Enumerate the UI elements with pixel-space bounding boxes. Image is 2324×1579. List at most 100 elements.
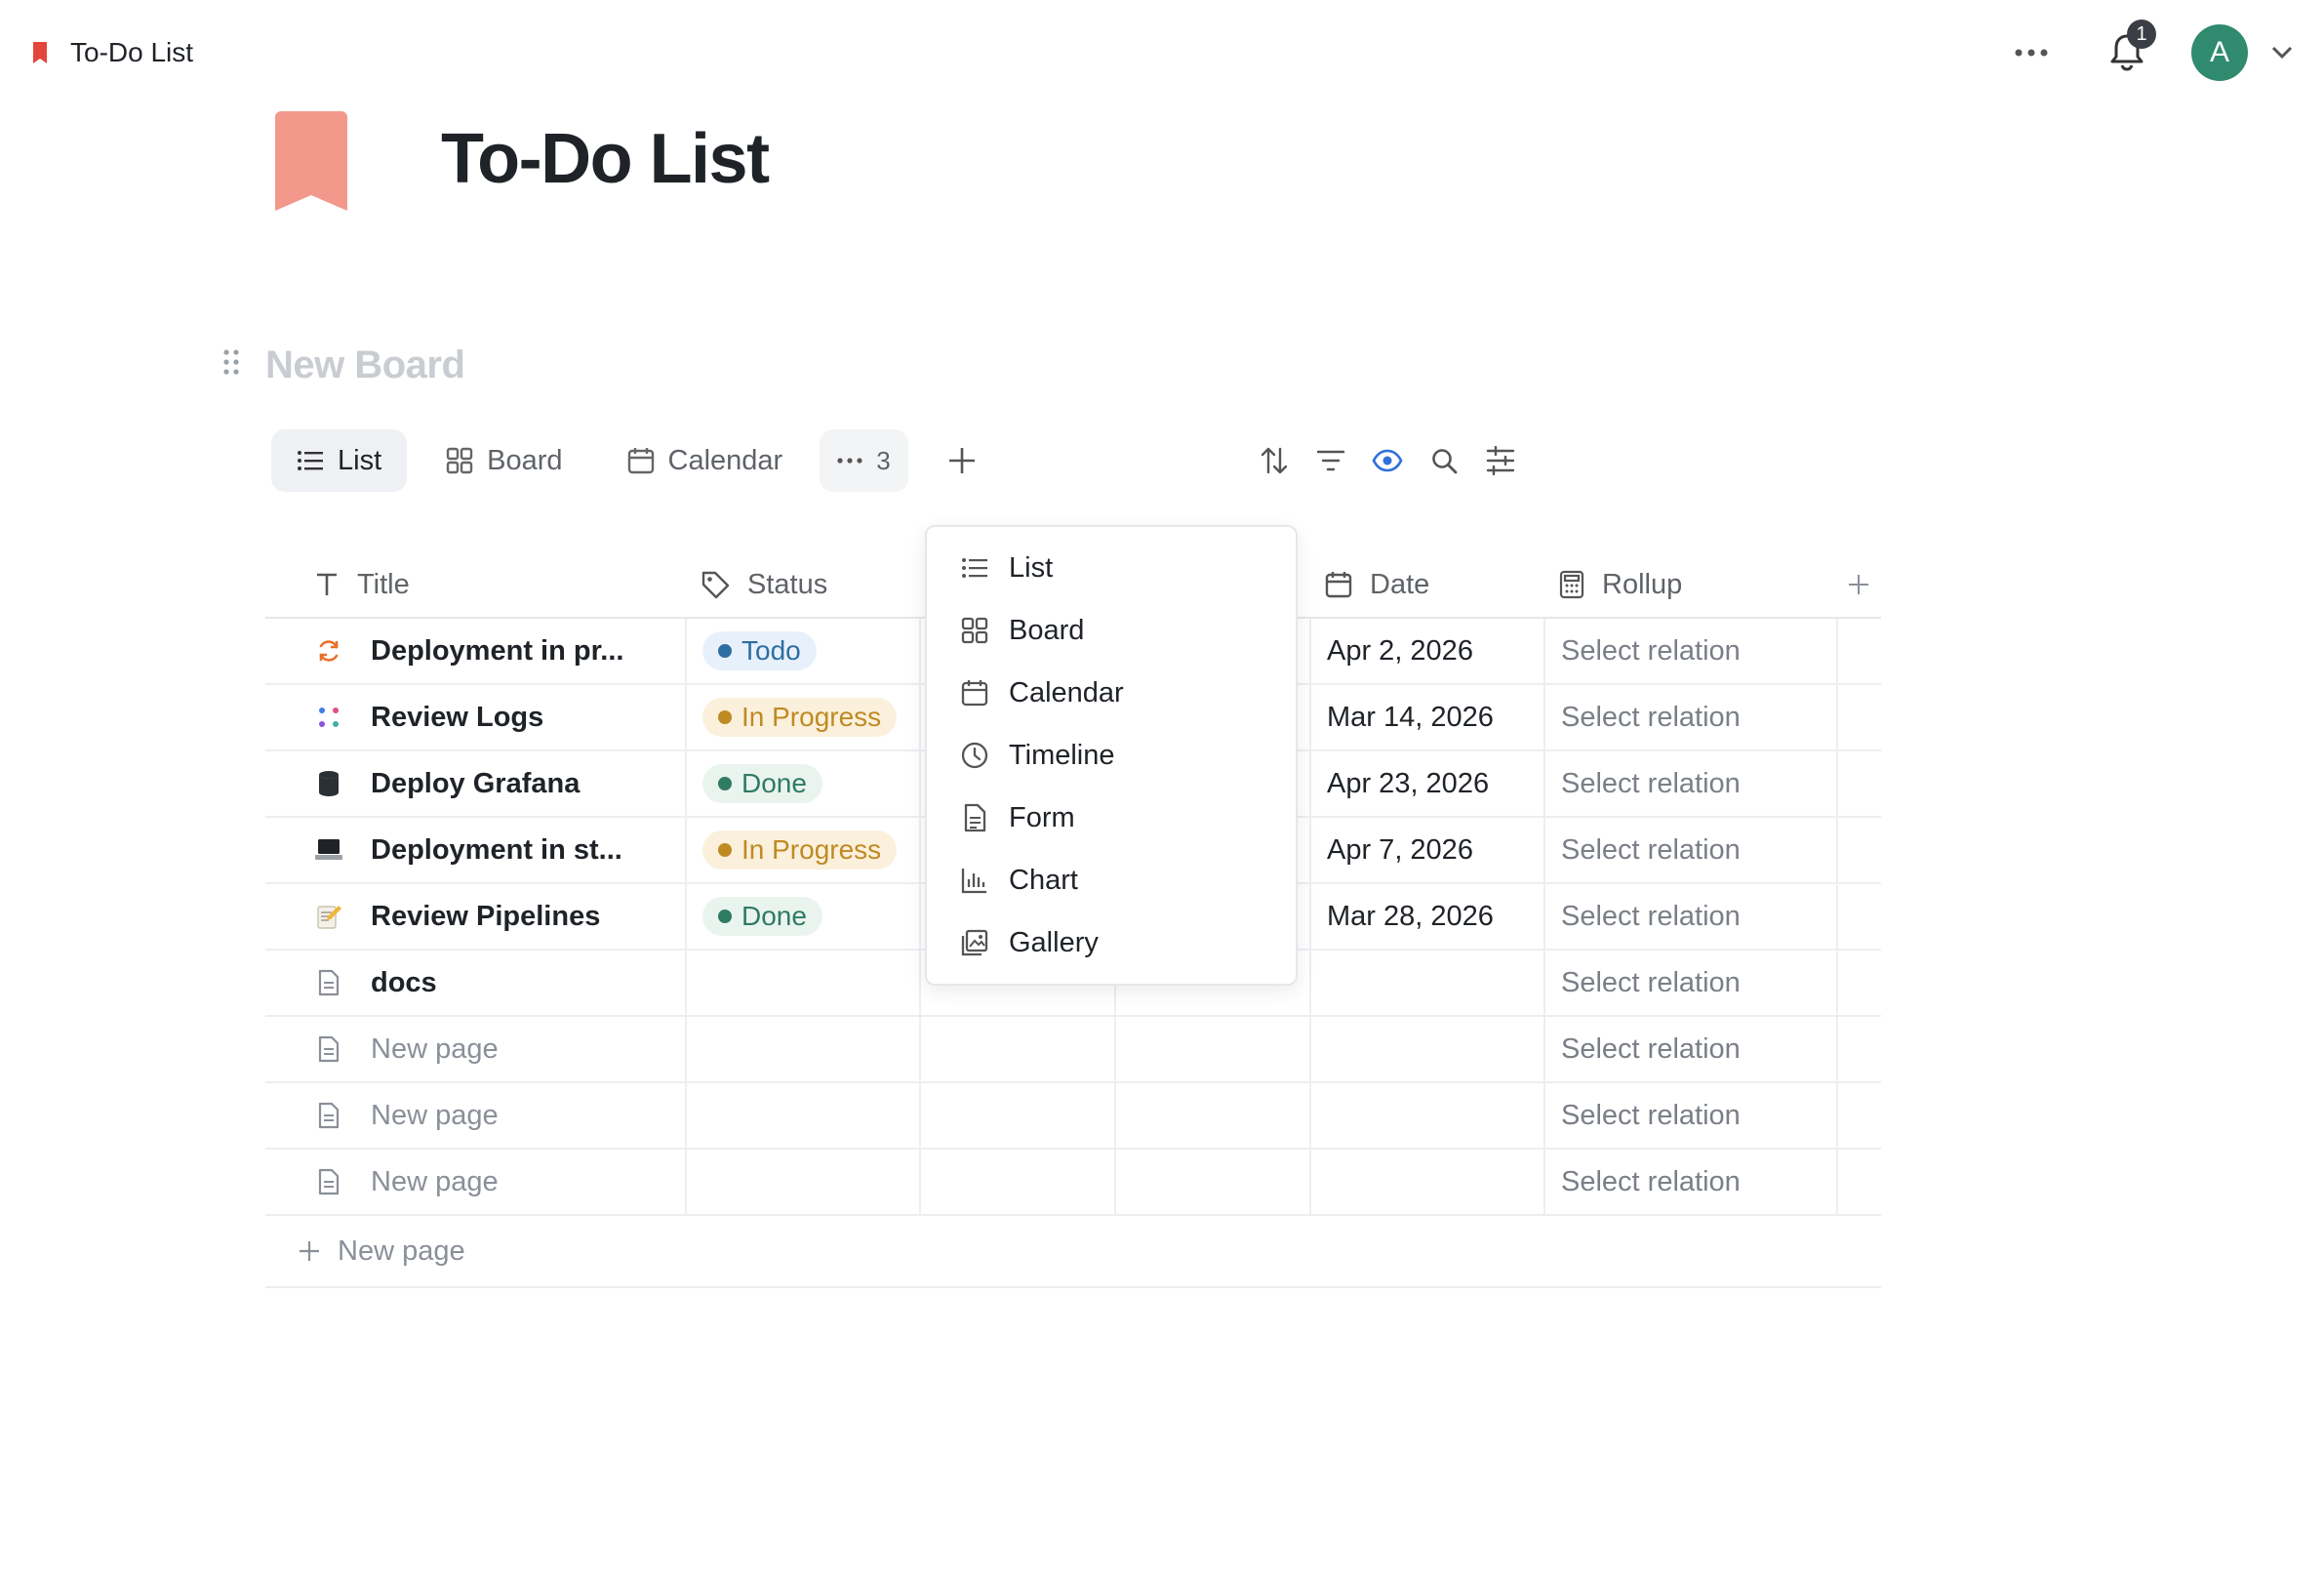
status-label: In Progress: [741, 834, 882, 865]
drag-handle-icon[interactable]: [220, 347, 242, 377]
status-dot-icon: [718, 644, 732, 658]
cell-empty[interactable]: [919, 1083, 1114, 1148]
cell-date[interactable]: Mar 28, 2026: [1309, 884, 1543, 949]
more-options-button[interactable]: [2008, 29, 2055, 76]
date-value: Mar 28, 2026: [1327, 900, 1494, 932]
column-title-label: Title: [357, 568, 410, 600]
status-label: Done: [741, 901, 807, 931]
cell-date[interactable]: [1309, 1083, 1543, 1148]
column-rollup[interactable]: Rollup: [1543, 552, 1836, 617]
dropdown-item-timeline[interactable]: Timeline: [927, 724, 1296, 787]
visibility-button[interactable]: [1372, 445, 1403, 476]
cell-date[interactable]: [1309, 1017, 1543, 1081]
settings-button[interactable]: [1485, 445, 1516, 476]
cell-status[interactable]: Todo: [685, 619, 919, 683]
cell-status[interactable]: [685, 1083, 919, 1148]
cell-empty[interactable]: [1114, 1017, 1309, 1081]
page-icon: [314, 1101, 343, 1130]
dropdown-item-calendar[interactable]: Calendar: [927, 662, 1296, 724]
cell-date[interactable]: [1309, 1150, 1543, 1214]
cell-trailing: [1836, 951, 1881, 1015]
cell-rollup[interactable]: Select relation: [1543, 818, 1836, 882]
cell-status[interactable]: [685, 1150, 919, 1214]
notification-badge: 1: [2127, 20, 2156, 49]
cell-rollup[interactable]: Select relation: [1543, 1150, 1836, 1214]
cell-title[interactable]: docs: [265, 951, 685, 1015]
dropdown-item-board[interactable]: Board: [927, 599, 1296, 662]
page-icon: [314, 1034, 343, 1064]
cell-empty[interactable]: [919, 1017, 1114, 1081]
cell-rollup[interactable]: Select relation: [1543, 1083, 1836, 1148]
dropdown-item-gallery[interactable]: Gallery: [927, 911, 1296, 974]
cell-status[interactable]: [685, 1017, 919, 1081]
status-badge: In Progress: [702, 830, 898, 870]
cell-title[interactable]: Review Pipelines: [265, 884, 685, 949]
add-column-button[interactable]: [1844, 570, 1873, 599]
rollup-value: Select relation: [1561, 833, 1741, 866]
tab-list[interactable]: List: [271, 429, 408, 492]
search-button[interactable]: [1428, 445, 1460, 476]
page-title[interactable]: To-Do List: [441, 115, 770, 203]
breadcrumb[interactable]: To-Do List: [31, 29, 193, 76]
table-row[interactable]: New page Select relation: [265, 1150, 1881, 1216]
cell-date[interactable]: Mar 14, 2026: [1309, 685, 1543, 749]
avatar[interactable]: A: [2191, 24, 2248, 81]
tab-board[interactable]: Board: [421, 429, 587, 492]
cell-title[interactable]: Deploy Grafana: [265, 751, 685, 816]
dropdown-item-list[interactable]: List: [927, 537, 1296, 599]
filter-button[interactable]: [1315, 445, 1346, 476]
cell-empty[interactable]: [1114, 1083, 1309, 1148]
cell-rollup[interactable]: Select relation: [1543, 751, 1836, 816]
tab-calendar[interactable]: Calendar: [602, 429, 809, 492]
cell-title[interactable]: Deployment in st...: [265, 818, 685, 882]
page-icon: [314, 1167, 343, 1196]
cell-status[interactable]: Done: [685, 884, 919, 949]
cell-status[interactable]: In Progress: [685, 685, 919, 749]
cell-empty[interactable]: [919, 1150, 1114, 1214]
cell-trailing: [1836, 884, 1881, 949]
cell-rollup[interactable]: Select relation: [1543, 1017, 1836, 1081]
cell-title[interactable]: New page: [265, 1150, 685, 1214]
cell-rollup[interactable]: Select relation: [1543, 685, 1836, 749]
board-name[interactable]: New Board: [265, 344, 465, 387]
add-new-page-button[interactable]: New page: [265, 1216, 1881, 1288]
column-date[interactable]: Date: [1309, 552, 1543, 617]
cell-date[interactable]: [1309, 951, 1543, 1015]
row-title: New page: [371, 1165, 499, 1197]
cell-status[interactable]: [685, 951, 919, 1015]
table-row[interactable]: New page Select relation: [265, 1083, 1881, 1150]
cell-title[interactable]: New page: [265, 1017, 685, 1081]
rollup-value: Select relation: [1561, 634, 1741, 667]
cell-rollup[interactable]: Select relation: [1543, 884, 1836, 949]
cell-status[interactable]: Done: [685, 751, 919, 816]
cell-date[interactable]: Apr 23, 2026: [1309, 751, 1543, 816]
notifications-button[interactable]: 1: [2100, 20, 2156, 80]
dropdown-item-label: Form: [1009, 801, 1075, 833]
cell-trailing: [1836, 1083, 1881, 1148]
cell-title[interactable]: Deployment in pr...: [265, 619, 685, 683]
cell-title[interactable]: Review Logs: [265, 685, 685, 749]
column-status-label: Status: [747, 568, 828, 600]
cell-rollup[interactable]: Select relation: [1543, 619, 1836, 683]
dropdown-item-chart[interactable]: Chart: [927, 849, 1296, 911]
form-icon: [960, 803, 989, 832]
table-row[interactable]: New page Select relation: [265, 1017, 1881, 1083]
column-date-label: Date: [1370, 568, 1430, 600]
column-title[interactable]: Title: [265, 552, 685, 617]
cell-status[interactable]: In Progress: [685, 818, 919, 882]
list-icon: [960, 553, 989, 583]
account-menu-toggle[interactable]: [2267, 38, 2297, 67]
text-icon: [314, 572, 340, 597]
page-bookmark-icon[interactable]: [275, 111, 347, 211]
column-status[interactable]: Status: [685, 552, 919, 617]
cell-date[interactable]: Apr 2, 2026: [1309, 619, 1543, 683]
add-view-button[interactable]: [938, 436, 986, 485]
cell-date[interactable]: Apr 7, 2026: [1309, 818, 1543, 882]
cell-empty[interactable]: [1114, 1150, 1309, 1214]
status-label: Done: [741, 768, 807, 798]
cell-title[interactable]: New page: [265, 1083, 685, 1148]
sort-button[interactable]: [1259, 445, 1290, 476]
cell-rollup[interactable]: Select relation: [1543, 951, 1836, 1015]
dropdown-item-form[interactable]: Form: [927, 787, 1296, 849]
more-views-button[interactable]: 3: [820, 429, 908, 492]
